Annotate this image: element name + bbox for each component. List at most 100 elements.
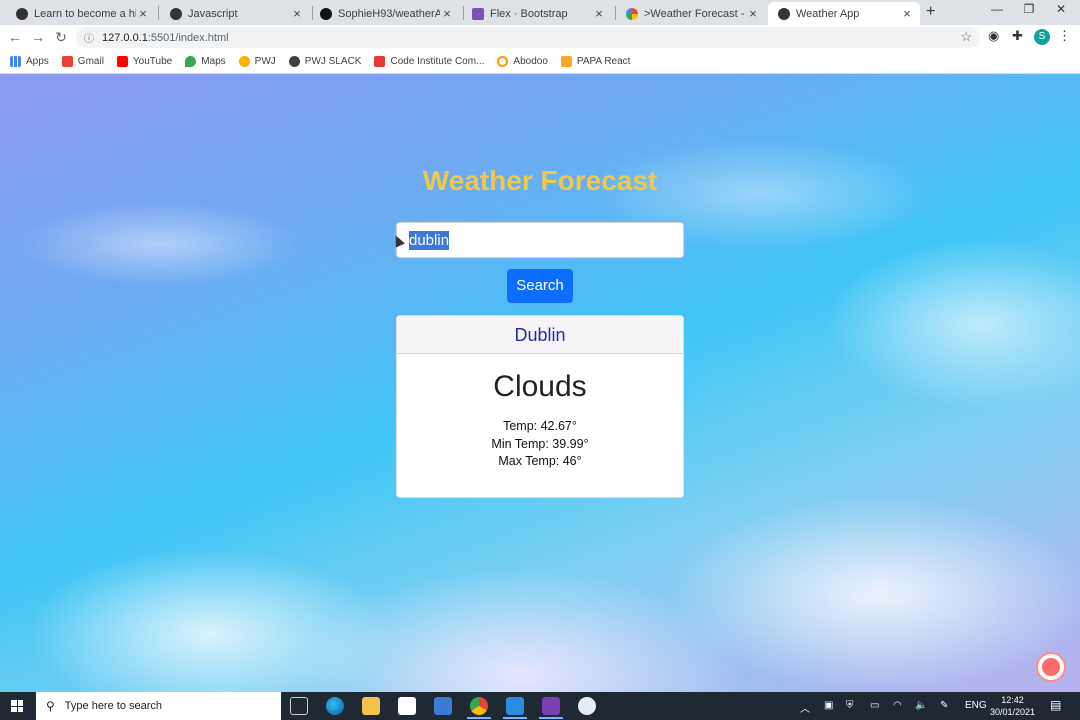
tab-javascript[interactable]: Javascript × [160, 2, 310, 25]
bookmark-pwj-slack[interactable]: PWJ SLACK [288, 56, 362, 67]
address-bar-row: ← → ↻ ⓘ 127.0.0.1:5501/index.html ☆ ◉ ✚ … [0, 25, 1080, 50]
taskbar-search[interactable]: ⚲ Type here to search [36, 692, 281, 720]
tab-github[interactable]: SophieH93/weatherAPI: Sea × [310, 2, 460, 25]
city-name: Dublin [397, 316, 683, 354]
bookmark-papa-react[interactable]: PAPA React [560, 56, 631, 67]
globe-icon [778, 7, 790, 20]
close-tab-icon[interactable]: × [746, 6, 760, 21]
info-icon[interactable]: ⓘ [84, 30, 94, 45]
notifications-icon[interactable]: ▤ [1050, 698, 1061, 712]
tab-title: Flex · Bootstrap [490, 7, 568, 20]
tray-security-icon[interactable]: ⛨ [846, 700, 854, 711]
vscode-icon[interactable] [506, 697, 524, 715]
tab-title: Weather App [796, 7, 860, 20]
clock-time: 12:42 [1001, 695, 1024, 705]
extensions-puzzle-icon[interactable]: ✚ [1012, 28, 1023, 44]
globe-icon [170, 7, 182, 20]
maps-icon [185, 56, 197, 67]
page-title: Weather Forecast [422, 165, 658, 196]
temperature: Temp: 42.67° [503, 419, 577, 433]
extension-icon[interactable]: ◉ [988, 28, 999, 44]
file-explorer-icon[interactable] [362, 697, 380, 715]
search-icon: ⚲ [46, 699, 55, 713]
bookmark-youtube[interactable]: YouTube [116, 56, 173, 67]
language-indicator[interactable]: ENG [965, 700, 987, 711]
bookmark-label: Gmail [77, 56, 104, 67]
close-tab-icon[interactable]: × [592, 6, 606, 21]
weather-condition: Clouds [493, 370, 587, 403]
edge-icon[interactable] [326, 697, 344, 715]
bookmark-label: PAPA React [576, 56, 631, 67]
pen-icon[interactable]: ✎ [940, 700, 948, 711]
store-icon[interactable] [398, 697, 416, 715]
clock-date: 30/01/2021 [990, 707, 1036, 717]
pwj-icon [238, 56, 250, 67]
reload-icon[interactable]: ↻ [52, 29, 70, 46]
back-icon[interactable]: ← [6, 29, 24, 45]
bookmark-maps[interactable]: Maps [185, 56, 226, 67]
active-app-indicator [467, 717, 491, 719]
bookmark-label: Abodoo [513, 56, 548, 67]
close-tab-icon[interactable]: × [136, 6, 150, 21]
bookmark-label: YouTube [132, 56, 173, 67]
abodoo-icon [497, 56, 509, 67]
tab-weather-app[interactable]: Weather App × [768, 2, 920, 25]
globe-icon [288, 56, 300, 67]
restore-icon[interactable]: ❐ [1014, 2, 1044, 16]
bookmark-label: PWJ [254, 56, 276, 67]
tab-google[interactable]: >Weather Forecast - Googl × [616, 2, 766, 25]
weather-card: Dublin Clouds Temp: 42.67° Min Temp: 39.… [396, 315, 684, 498]
show-hidden-icons[interactable]: ︿ [800, 700, 810, 715]
close-tab-icon[interactable]: × [290, 6, 304, 21]
tab-learn[interactable]: Learn to become a highly sk × [6, 2, 156, 25]
minimize-icon[interactable]: — [982, 2, 1012, 16]
youtube-icon [116, 56, 128, 67]
bookmark-label: Code Institute Com... [390, 56, 485, 67]
bookmark-label: PWJ SLACK [304, 56, 362, 67]
url-host: 127.0.0.1 [102, 31, 148, 44]
chrome-icon[interactable] [470, 697, 488, 715]
search-button[interactable]: Search [507, 269, 573, 303]
profile-avatar[interactable]: S [1034, 29, 1050, 45]
bookmark-label: Maps [201, 56, 226, 67]
bookmark-apps[interactable]: Apps [10, 56, 49, 67]
volume-icon[interactable]: 🔈 [915, 700, 927, 711]
active-app-indicator [539, 717, 563, 719]
gmail-icon [61, 56, 73, 67]
page-viewport: Weather Forecast dublin Search Dublin Cl… [0, 74, 1080, 692]
bookmark-code-institute[interactable]: Code Institute Com... [374, 56, 484, 67]
close-tab-icon[interactable]: × [900, 6, 914, 21]
new-tab-icon[interactable]: + [926, 3, 935, 21]
screen-record-icon[interactable] [1036, 652, 1066, 682]
min-temperature: Min Temp: 39.99° [491, 436, 589, 451]
google-icon [626, 7, 638, 20]
tab-title: Javascript [188, 7, 238, 20]
bookmark-abodoo[interactable]: Abodoo [497, 56, 548, 67]
onedrive-icon[interactable] [578, 697, 596, 715]
start-button[interactable] [0, 692, 34, 720]
github-icon [320, 7, 332, 20]
battery-icon[interactable]: ▭ [870, 700, 879, 711]
apps-grid-icon [10, 56, 21, 67]
forward-icon[interactable]: → [29, 29, 47, 45]
globe-icon [16, 7, 28, 20]
code-institute-icon [374, 56, 386, 67]
system-clock[interactable]: 12:42 30/01/2021 [990, 694, 1035, 718]
bookmark-pwj[interactable]: PWJ [238, 56, 276, 67]
bookmark-gmail[interactable]: Gmail [61, 56, 104, 67]
onenote-icon[interactable] [542, 697, 560, 715]
taskbar-search-placeholder: Type here to search [64, 700, 163, 712]
menu-dots-icon[interactable]: ⋮ [1058, 28, 1071, 44]
tab-title: SophieH93/weatherAPI: Sea [338, 7, 440, 20]
tab-bootstrap[interactable]: Flex · Bootstrap × [462, 2, 612, 25]
tray-app-icon[interactable]: ▣ [824, 700, 833, 711]
close-window-icon[interactable]: ✕ [1046, 2, 1076, 16]
task-view-icon[interactable] [290, 697, 308, 715]
wifi-icon[interactable]: ◠ [893, 700, 902, 711]
mail-icon[interactable] [434, 697, 452, 715]
tab-title: Learn to become a highly sk [34, 7, 136, 20]
close-tab-icon[interactable]: × [440, 6, 454, 21]
bookmark-star-icon[interactable]: ☆ [960, 29, 972, 45]
search-input[interactable]: dublin [396, 222, 684, 258]
address-bar[interactable]: ⓘ 127.0.0.1:5501/index.html ☆ [76, 27, 980, 48]
